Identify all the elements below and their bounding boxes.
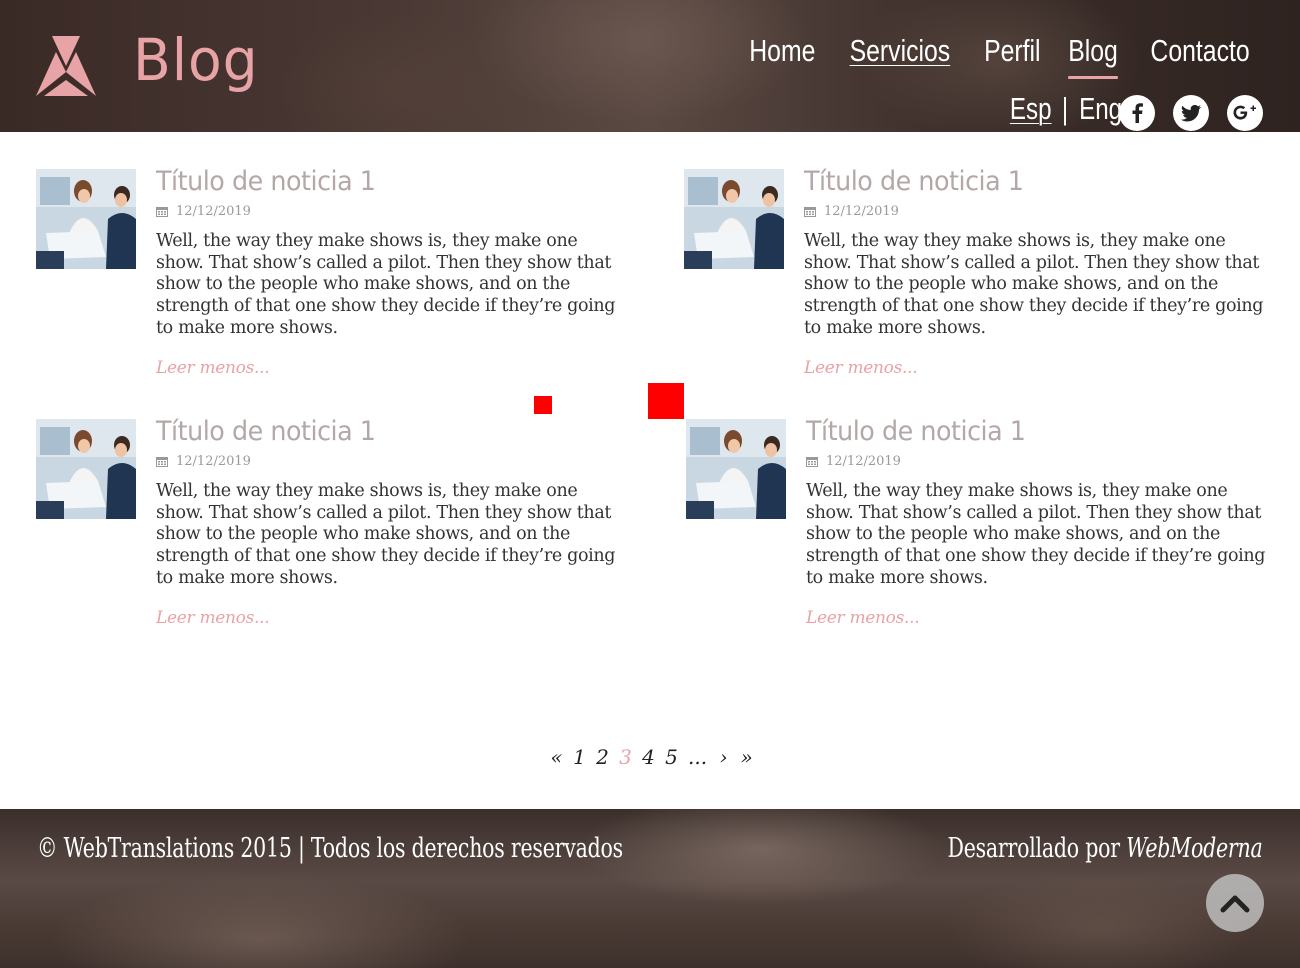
pagination: « 1 2 3 4 5 ... › » bbox=[550, 745, 753, 769]
post-date: 12/12/2019 bbox=[826, 454, 901, 469]
red-marker-small bbox=[534, 396, 552, 414]
google-plus-icon[interactable] bbox=[1227, 95, 1263, 131]
page-link-4[interactable]: 4 bbox=[642, 745, 655, 769]
page-last-link[interactable]: » bbox=[740, 745, 753, 769]
post-date: 12/12/2019 bbox=[176, 204, 251, 219]
page-link-5[interactable]: 5 bbox=[665, 745, 678, 769]
post-thumbnail[interactable] bbox=[36, 419, 136, 519]
page-ellipsis: ... bbox=[688, 745, 708, 769]
credit-prefix: Desarrollado por bbox=[947, 833, 1120, 864]
post-thumbnail[interactable] bbox=[686, 419, 786, 519]
post-excerpt: Well, the way they make shows is, they m… bbox=[156, 481, 616, 588]
post-excerpt: Well, the way they make shows is, they m… bbox=[804, 231, 1264, 338]
post-title[interactable]: Título de noticia 1 bbox=[804, 166, 1024, 197]
nav-item-contacto[interactable]: Contacto bbox=[1150, 32, 1249, 70]
post-date: 12/12/2019 bbox=[176, 454, 251, 469]
calendar-icon bbox=[156, 457, 168, 467]
page-link-1[interactable]: 1 bbox=[573, 745, 586, 769]
post-title[interactable]: Título de noticia 1 bbox=[806, 416, 1026, 447]
post-excerpt: Well, the way they make shows is, they m… bbox=[156, 231, 616, 338]
nav-item-home[interactable]: Home bbox=[749, 32, 815, 70]
lang-separator: | bbox=[1062, 91, 1069, 126]
page-link-3-current[interactable]: 3 bbox=[619, 745, 632, 769]
page-title: Blog bbox=[133, 26, 259, 94]
page-next-link[interactable]: › bbox=[717, 745, 730, 769]
copyright-text: © WebTranslations 2015 | Todos los derec… bbox=[37, 833, 623, 864]
site-header: Blog Home Servicios Perfil Blog Contacto… bbox=[0, 0, 1300, 132]
read-less-link[interactable]: Leer menos... bbox=[156, 358, 270, 378]
social-links bbox=[1119, 95, 1263, 131]
post-title[interactable]: Título de noticia 1 bbox=[156, 166, 376, 197]
post-meta: 12/12/2019 bbox=[156, 204, 251, 219]
language-switcher: Esp | Eng bbox=[1004, 92, 1129, 126]
developer-credit: Desarrollado por WebModerna bbox=[947, 833, 1262, 864]
lang-eng-link[interactable]: Eng bbox=[1080, 92, 1123, 126]
read-less-link[interactable]: Leer menos... bbox=[806, 608, 920, 628]
back-to-top-button[interactable] bbox=[1206, 874, 1264, 932]
calendar-icon bbox=[804, 207, 816, 217]
post-meta: 12/12/2019 bbox=[806, 454, 901, 469]
nav-item-perfil[interactable]: Perfil bbox=[984, 32, 1041, 70]
read-less-link[interactable]: Leer menos... bbox=[156, 608, 270, 628]
site-footer: © WebTranslations 2015 | Todos los derec… bbox=[0, 809, 1300, 968]
main-nav: Home Servicios Perfil Blog Contacto bbox=[741, 32, 1262, 79]
calendar-icon bbox=[156, 207, 168, 217]
nav-item-blog[interactable]: Blog bbox=[1068, 32, 1118, 79]
post-title[interactable]: Título de noticia 1 bbox=[156, 416, 376, 447]
page-link-2[interactable]: 2 bbox=[596, 745, 609, 769]
red-marker-large bbox=[648, 383, 684, 419]
facebook-icon[interactable] bbox=[1119, 95, 1155, 131]
post-meta: 12/12/2019 bbox=[156, 454, 251, 469]
read-less-link[interactable]: Leer menos... bbox=[804, 358, 918, 378]
credit-brand-link[interactable]: WebModerna bbox=[1126, 833, 1263, 864]
twitter-icon[interactable] bbox=[1173, 95, 1209, 131]
logo-icon[interactable] bbox=[36, 36, 96, 96]
post-date: 12/12/2019 bbox=[824, 204, 899, 219]
chevron-up-icon bbox=[1220, 895, 1250, 913]
post-excerpt: Well, the way they make shows is, they m… bbox=[806, 481, 1266, 588]
page-first-link[interactable]: « bbox=[550, 745, 563, 769]
post-meta: 12/12/2019 bbox=[804, 204, 899, 219]
post-thumbnail[interactable] bbox=[684, 169, 784, 269]
lang-esp-link[interactable]: Esp bbox=[1010, 92, 1052, 126]
nav-item-servicios[interactable]: Servicios bbox=[850, 32, 951, 70]
calendar-icon bbox=[806, 457, 818, 467]
post-thumbnail[interactable] bbox=[36, 169, 136, 269]
